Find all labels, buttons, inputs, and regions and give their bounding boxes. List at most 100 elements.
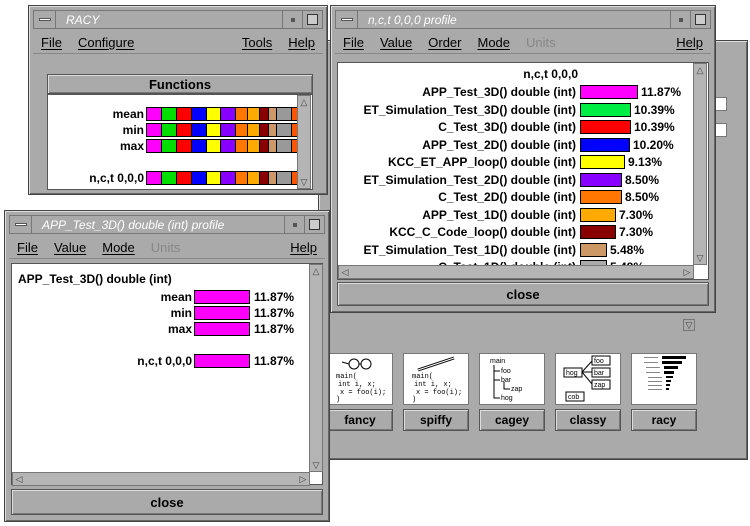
window-menu-icon[interactable] xyxy=(34,11,56,28)
function-color-cell[interactable] xyxy=(206,140,222,152)
minimize-icon[interactable] xyxy=(282,11,302,28)
tool-racy-button[interactable]: racy xyxy=(631,409,697,431)
profile-row[interactable]: APP_Test_1D() double (int) 7.30% xyxy=(338,207,708,222)
scroll-down-icon[interactable]: ▽ xyxy=(694,252,706,264)
menu-tools[interactable]: Tools xyxy=(234,35,280,50)
function-color-cell[interactable] xyxy=(236,124,249,136)
racy-color-strip[interactable] xyxy=(146,123,308,137)
tool-cagey-tile[interactable]: main foo bar zap hog xyxy=(479,353,545,405)
function-color-cell[interactable] xyxy=(260,172,269,184)
function-color-cell[interactable] xyxy=(147,124,162,136)
functions-button[interactable]: Functions xyxy=(47,74,313,94)
scroll-up-icon[interactable]: △ xyxy=(694,64,706,76)
function-color-cell[interactable] xyxy=(206,124,222,136)
minimize-icon[interactable] xyxy=(284,216,304,233)
function-color-cell[interactable] xyxy=(268,124,278,136)
tool-cagey-button[interactable]: cagey xyxy=(479,409,545,431)
function-color-cell[interactable] xyxy=(206,108,222,120)
profile-bar[interactable] xyxy=(580,85,638,99)
profile-bar[interactable] xyxy=(580,120,631,134)
function-color-cell[interactable] xyxy=(236,172,249,184)
profile-row[interactable]: min 11.87% xyxy=(12,306,322,320)
function-color-cell[interactable] xyxy=(176,124,192,136)
profile-row[interactable]: n,c,t 0,0,0 11.87% xyxy=(12,354,322,368)
function-color-cell[interactable] xyxy=(206,172,222,184)
tool-classy-tile[interactable]: foo bar zap hog cob xyxy=(555,353,621,405)
menu-help[interactable]: Help xyxy=(282,240,325,255)
close-button[interactable]: close xyxy=(11,489,323,515)
function-color-cell[interactable] xyxy=(268,108,278,120)
function-color-cell[interactable] xyxy=(161,108,177,120)
app-horizontal-scrollbar[interactable]: ◁ ▷ xyxy=(12,472,310,486)
menu-order[interactable]: Order xyxy=(420,35,469,50)
function-color-cell[interactable] xyxy=(176,140,192,152)
function-color-cell[interactable] xyxy=(277,124,293,136)
profile-row[interactable]: mean 11.87% xyxy=(12,290,322,304)
nct-vertical-scrollbar[interactable]: △ ▽ xyxy=(693,63,707,265)
profile-row[interactable]: KCC_C_Code_loop() double (int) 7.30% xyxy=(338,225,708,239)
function-color-cell[interactable] xyxy=(277,172,293,184)
function-color-cell[interactable] xyxy=(176,172,192,184)
window-menu-icon[interactable] xyxy=(10,216,32,233)
profile-row[interactable]: C_Test_3D() double (int) 10.39% xyxy=(338,120,708,134)
app-vertical-scrollbar[interactable]: △ ▽ xyxy=(309,264,323,472)
scroll-left-icon[interactable]: ◁ xyxy=(339,266,351,278)
menu-help[interactable]: Help xyxy=(280,35,323,50)
maximize-icon[interactable] xyxy=(690,11,710,28)
racy-row[interactable]: mean xyxy=(48,107,144,121)
profile-bar[interactable] xyxy=(194,354,250,368)
tools-scroll-down-icon[interactable]: ▽ xyxy=(683,319,695,331)
profile-bar[interactable] xyxy=(580,102,631,117)
scroll-up-icon[interactable]: △ xyxy=(310,265,322,277)
tool-racy-tile[interactable] xyxy=(631,353,697,405)
menu-value[interactable]: Value xyxy=(46,240,94,255)
profile-bar[interactable] xyxy=(580,207,616,222)
function-color-cell[interactable] xyxy=(248,124,261,136)
profile-bar[interactable] xyxy=(194,306,250,320)
function-color-cell[interactable] xyxy=(221,172,237,184)
racy-color-strip[interactable] xyxy=(146,139,308,153)
function-color-cell[interactable] xyxy=(147,140,162,152)
function-color-cell[interactable] xyxy=(277,140,293,152)
scroll-right-icon[interactable]: ▷ xyxy=(681,266,693,278)
profile-bar[interactable] xyxy=(580,190,622,204)
class-diagram-icon[interactable]: foo bar zap hog cob xyxy=(556,354,620,404)
function-color-cell[interactable] xyxy=(161,124,177,136)
scroll-down-icon[interactable]: ▽ xyxy=(310,459,322,471)
menu-file[interactable]: File xyxy=(9,240,46,255)
function-color-cell[interactable] xyxy=(161,172,177,184)
function-color-cell[interactable] xyxy=(221,108,237,120)
tool-spiffy-button[interactable]: spiffy xyxy=(403,409,469,431)
function-color-cell[interactable] xyxy=(268,140,278,152)
function-color-cell[interactable] xyxy=(260,140,269,152)
menu-mode[interactable]: Mode xyxy=(94,240,143,255)
tool-classy-button[interactable]: classy xyxy=(555,409,621,431)
profile-row[interactable]: ET_Simulation_Test_1D() double (int) 5.48… xyxy=(338,242,708,257)
tool-fancy-tile[interactable]: main(int i, x; x = foo(i);) xyxy=(327,353,393,405)
function-color-cell[interactable] xyxy=(236,108,249,120)
function-color-cell[interactable] xyxy=(221,140,237,152)
profile-row[interactable]: KCC_ET_APP_loop() double (int) 9.13% xyxy=(338,155,708,169)
profile-row[interactable]: C_Test_2D() double (int) 8.50% xyxy=(338,190,708,204)
profile-bar[interactable] xyxy=(580,225,616,239)
call-tree-icon[interactable]: main foo bar zap hog xyxy=(480,354,544,404)
function-color-cell[interactable] xyxy=(260,124,269,136)
function-color-cell[interactable] xyxy=(221,124,237,136)
profile-bar[interactable] xyxy=(194,322,250,336)
scroll-up-icon[interactable]: △ xyxy=(298,96,310,108)
menu-file[interactable]: File xyxy=(335,35,372,50)
profile-row[interactable]: max 11.87% xyxy=(12,322,322,336)
racy-row[interactable]: n,c,t 0,0,0 xyxy=(48,171,144,185)
profile-row[interactable]: APP_Test_3D() double (int) 11.87% xyxy=(338,85,708,99)
function-color-cell[interactable] xyxy=(277,108,293,120)
function-color-cell[interactable] xyxy=(248,108,261,120)
minimize-icon[interactable] xyxy=(670,11,690,28)
function-color-cell[interactable] xyxy=(236,140,249,152)
profile-bar[interactable] xyxy=(580,242,607,257)
racy-color-strip[interactable] xyxy=(146,171,308,185)
window-menu-icon[interactable] xyxy=(336,11,358,28)
racy-row[interactable]: min xyxy=(48,123,144,137)
close-button[interactable]: close xyxy=(337,282,709,306)
pencil-code-icon[interactable]: main(int i, x; x = foo(i);) xyxy=(404,354,468,404)
bar-histogram-icon[interactable] xyxy=(632,354,696,404)
